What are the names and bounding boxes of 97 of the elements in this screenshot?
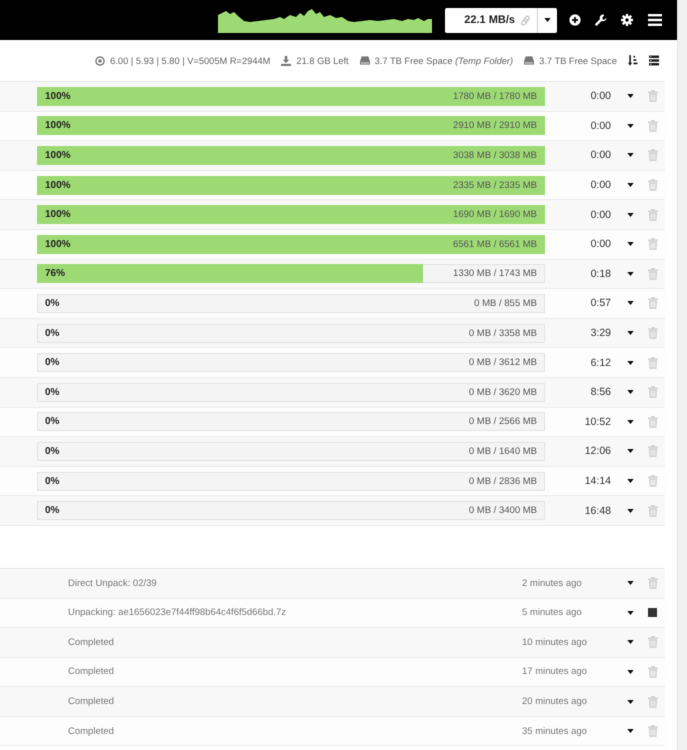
progress-percent: 76%: [45, 268, 66, 280]
speed-limit-button[interactable]: [537, 8, 557, 32]
sort-icon[interactable]: [628, 55, 638, 66]
caret-icon[interactable]: [626, 360, 634, 365]
progress-percent: 100%: [45, 238, 71, 250]
progress-percent: 100%: [45, 90, 71, 102]
caret-icon[interactable]: [626, 420, 634, 424]
caret-icon: [544, 18, 551, 22]
progress-percent: 0%: [45, 446, 60, 457]
progress-size: 2910 MB / 2910 MB: [453, 120, 537, 132]
progress-size: 0 MB / 2566 MB: [468, 416, 537, 428]
caret-icon[interactable]: [626, 581, 634, 586]
progress-percent: 0%: [45, 298, 60, 309]
history-status: Completed: [68, 666, 115, 678]
caret-icon[interactable]: [626, 183, 634, 188]
progress-percent: 0%: [45, 386, 60, 398]
time-left: 0:18: [590, 268, 611, 280]
settings-icon[interactable]: [621, 14, 633, 26]
time-left: 12:06: [584, 445, 611, 458]
progress-size: 0 MB / 3358 MB: [468, 328, 537, 339]
caret-icon[interactable]: [626, 640, 634, 644]
progress-size: 1690 MB / 1690 MB: [453, 209, 537, 220]
caret-icon[interactable]: [626, 449, 634, 454]
time-left: 0:00: [590, 149, 611, 162]
progress-size: 2335 MB / 2335 MB: [453, 180, 537, 191]
time-left: 0:00: [590, 238, 611, 250]
caret-icon[interactable]: [626, 242, 634, 246]
disk-left-text: 21.8 GB Left: [296, 56, 349, 66]
dot-circle-icon: [95, 56, 106, 66]
temp-folder-space-text: 3.7 TB Free Space (Temp Folder): [374, 56, 514, 66]
hard-drive-icon: [360, 56, 370, 65]
progress-size: 0 MB / 2836 MB: [468, 476, 537, 487]
caret-icon[interactable]: [626, 331, 634, 336]
time-left: 0:00: [590, 120, 611, 132]
progress-percent: 100%: [45, 180, 71, 191]
caret-icon[interactable]: [626, 153, 634, 158]
progress-percent: 0%: [45, 505, 60, 516]
caret-icon[interactable]: [626, 94, 634, 98]
history-status: Direct Unpack: 02/39: [68, 578, 158, 589]
list-icon[interactable]: [649, 55, 659, 66]
history-status: Unpacking: ae1656023e7f44ff98b64c4f6f5d66bd.7z: [68, 607, 287, 618]
history-status: Completed: [68, 636, 115, 648]
history-status: Completed: [68, 726, 115, 737]
caret-icon[interactable]: [626, 124, 634, 128]
progress-size: 1780 MB / 1780 MB: [453, 90, 537, 102]
caret-icon[interactable]: [626, 212, 634, 217]
add-icon[interactable]: [569, 14, 581, 26]
progress-size: 1330 MB / 1743 MB: [453, 268, 537, 280]
stop-icon[interactable]: [648, 608, 657, 618]
time-left: 8:56: [590, 386, 611, 398]
time-left: 0:00: [590, 179, 611, 192]
caret-icon[interactable]: [626, 610, 634, 615]
download-icon: [281, 56, 292, 66]
progress-percent: 0%: [45, 357, 60, 368]
time-left: 10:52: [584, 416, 611, 428]
history-time: 10 minutes ago: [522, 636, 588, 648]
load-average-text: 6.00 | 5.93 | 5.80 | V=5005M R=2944M: [110, 56, 270, 66]
history-time: 35 minutes ago: [522, 726, 588, 737]
progress-size: 0 MB / 3400 MB: [468, 505, 537, 516]
caret-icon[interactable]: [626, 390, 634, 394]
progress-size: 0 MB / 3620 MB: [468, 386, 537, 398]
menu-icon[interactable]: [648, 14, 662, 26]
speed-display[interactable]: 22.1 MB/s: [445, 8, 537, 32]
caret-icon[interactable]: [626, 700, 634, 704]
wrench-icon[interactable]: [595, 14, 607, 26]
progress-size: 3038 MB / 3038 MB: [453, 150, 537, 161]
time-left: 0:00: [590, 208, 611, 221]
progress-percent: 0%: [45, 328, 60, 339]
progress-percent: 100%: [45, 120, 71, 132]
progress-percent: 0%: [45, 476, 60, 487]
history-time: 17 minutes ago: [522, 666, 588, 678]
free-space-text: 3.7 TB Free Space: [539, 56, 617, 66]
progress-size: 0 MB / 855 MB: [474, 298, 537, 309]
progress-percent: 0%: [45, 416, 60, 428]
time-left: 0:00: [590, 90, 611, 102]
caret-icon[interactable]: [626, 508, 634, 513]
time-left: 14:14: [584, 475, 611, 488]
link-icon: [520, 14, 531, 26]
time-left: 3:29: [590, 327, 611, 340]
history-time: 2 minutes ago: [522, 578, 583, 589]
caret-icon[interactable]: [626, 670, 634, 674]
hard-drive-icon: [524, 56, 534, 65]
progress-percent: 100%: [45, 209, 71, 220]
caret-icon[interactable]: [626, 729, 634, 734]
progress-size: 0 MB / 1640 MB: [468, 446, 537, 457]
history-time: 5 minutes ago: [522, 607, 583, 618]
history-status: Completed: [68, 696, 115, 708]
history-time: 20 minutes ago: [522, 696, 588, 708]
time-left: 6:12: [590, 356, 611, 369]
progress-size: 6561 MB / 6561 MB: [453, 238, 537, 250]
time-left: 16:48: [584, 504, 611, 517]
progress-percent: 100%: [45, 150, 71, 161]
progress-size: 0 MB / 3612 MB: [468, 357, 537, 368]
caret-icon[interactable]: [626, 301, 634, 306]
caret-icon[interactable]: [626, 479, 634, 484]
time-left: 0:57: [590, 297, 611, 310]
caret-icon[interactable]: [626, 272, 634, 276]
